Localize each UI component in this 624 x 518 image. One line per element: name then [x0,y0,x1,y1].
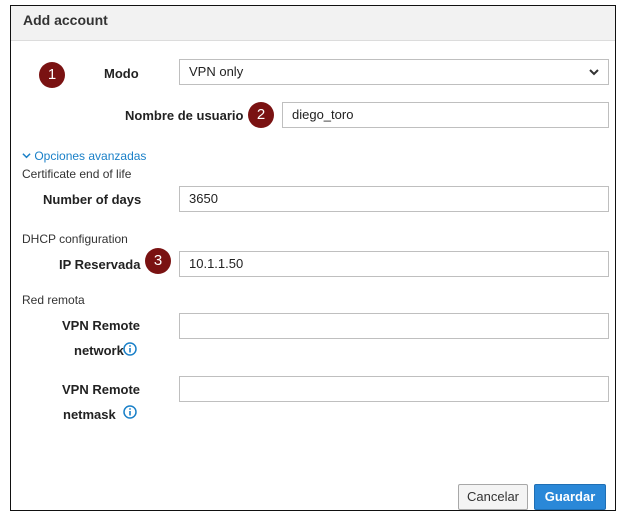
remote-netmask-input[interactable] [179,376,609,402]
username-label: Nombre de usuario [125,108,244,123]
remote-network-input[interactable] [179,313,609,339]
remote-network-label-line1: VPN Remote [62,318,141,333]
mode-label: Modo [104,66,139,81]
save-button[interactable]: Guardar [534,484,606,510]
remote-network-section-title: Red remota [22,293,85,307]
advanced-options-toggle[interactable]: Opciones avanzadas [22,149,146,163]
remote-network-label-line2: network [74,343,124,358]
cancel-button[interactable]: Cancelar [458,484,528,510]
step-badge-1: 1 [39,62,65,88]
mode-select[interactable]: VPN only [179,59,609,85]
step-badge-3: 3 [145,248,171,274]
advanced-options-label: Opciones avanzadas [34,149,147,163]
mode-select-value: VPN only [189,64,244,79]
remote-netmask-label-line1: VPN Remote [62,382,141,397]
username-input[interactable]: diego_toro [282,102,609,128]
certificate-section-title: Certificate end of life [22,167,132,181]
dhcp-section-title: DHCP configuration [22,232,128,246]
reserved-ip-input[interactable]: 10.1.1.50 [179,251,609,277]
chevron-down-icon [22,149,34,163]
chevron-down-icon [588,60,600,92]
step-badge-2: 2 [248,102,274,128]
add-account-dialog: Add account 1 Modo VPN only Nombre de us… [10,5,616,511]
remote-netmask-label-line2: netmask [63,407,116,422]
days-label: Number of days [43,192,142,207]
info-icon[interactable] [123,405,137,419]
dialog-titlebar: Add account [11,6,615,41]
dialog-title: Add account [23,12,108,28]
reserved-ip-label: IP Reservada [59,257,141,272]
info-icon[interactable] [123,342,137,356]
days-input[interactable]: 3650 [179,186,609,212]
